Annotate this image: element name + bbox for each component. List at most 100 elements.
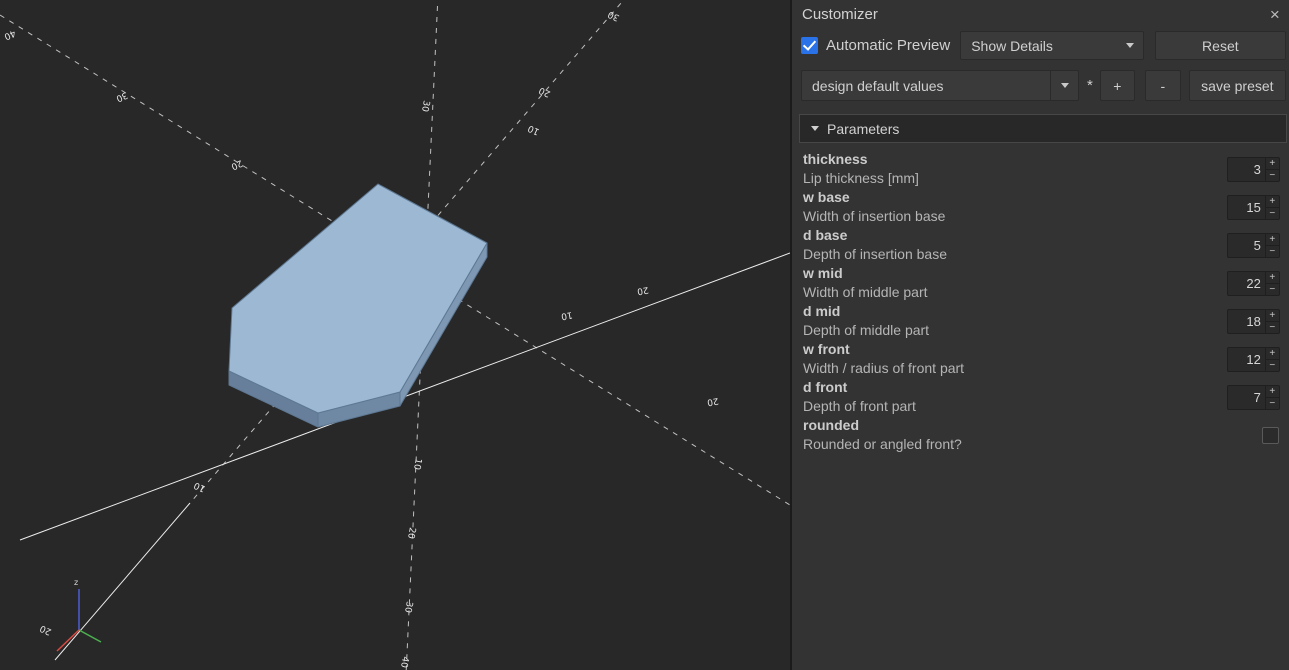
parameter-description: Width of insertion base	[803, 207, 1227, 226]
parameters-group-header[interactable]: Parameters	[799, 114, 1287, 143]
axis-tick-label: 10	[526, 122, 541, 136]
parameter-spinbox[interactable]: 12+−	[1227, 347, 1280, 372]
collapse-triangle-icon	[811, 126, 819, 131]
parameter-description: Depth of middle part	[803, 321, 1227, 340]
panel-title: Customizer	[802, 6, 878, 23]
spin-down-button[interactable]: −	[1266, 246, 1279, 257]
parameters-group-label: Parameters	[827, 121, 899, 137]
parameter-name: rounded	[803, 416, 1262, 435]
automatic-preview-checkbox[interactable]	[801, 37, 818, 54]
parameter-value[interactable]: 12	[1228, 348, 1265, 371]
parameter-description: Lip thickness [mm]	[803, 169, 1227, 188]
axis-tick-label: 20	[636, 284, 649, 296]
save-preset-button[interactable]: save preset	[1189, 70, 1286, 101]
spin-down-button[interactable]: −	[1266, 170, 1279, 181]
parameter-spinbox[interactable]: 5+−	[1227, 233, 1280, 258]
parameter-row: d front Depth of front part 7+−	[792, 378, 1289, 416]
parameter-description: Width of middle part	[803, 283, 1227, 302]
axis-tick-label: 20	[706, 395, 719, 407]
parameter-spinbox[interactable]: 15+−	[1227, 195, 1280, 220]
preview-row: Automatic Preview Show Details Reset	[792, 26, 1289, 64]
parameter-description: Width / radius of front part	[803, 359, 1227, 378]
parameter-labels: rounded Rounded or angled front?	[803, 416, 1262, 454]
spinner-buttons: +−	[1265, 234, 1279, 257]
preset-dropdown-arrow[interactable]	[1050, 71, 1078, 100]
parameter-value[interactable]: 15	[1228, 196, 1265, 219]
axis-tick-label: 20	[405, 526, 417, 539]
spinner-buttons: +−	[1265, 196, 1279, 219]
parameter-labels: d base Depth of insertion base	[803, 226, 1227, 264]
axis-tick-label: 30	[419, 99, 431, 112]
parameter-description: Depth of insertion base	[803, 245, 1227, 264]
customizer-titlebar: Customizer ×	[792, 0, 1289, 26]
preset-value: design default values	[802, 78, 1050, 94]
show-details-dropdown[interactable]: Show Details	[960, 31, 1144, 60]
spin-up-button[interactable]: +	[1266, 158, 1279, 170]
parameter-value[interactable]: 18	[1228, 310, 1265, 333]
parameter-row: thickness Lip thickness [mm] 3+−	[792, 150, 1289, 188]
parameter-name: w base	[803, 188, 1227, 207]
spin-up-button[interactable]: +	[1266, 234, 1279, 246]
parameter-spinbox[interactable]: 3+−	[1227, 157, 1280, 182]
add-preset-button[interactable]: +	[1100, 70, 1135, 101]
spin-down-button[interactable]: −	[1266, 360, 1279, 371]
parameter-labels: d front Depth of front part	[803, 378, 1227, 416]
chevron-down-icon	[1061, 83, 1069, 88]
parameters-list: thickness Lip thickness [mm] 3+− w base …	[792, 146, 1289, 454]
axis-tick-label: 30	[606, 8, 621, 22]
preset-dropdown[interactable]: design default values	[801, 70, 1079, 101]
parameter-value[interactable]: 7	[1228, 386, 1265, 409]
parameter-value[interactable]: 3	[1228, 158, 1265, 181]
spin-up-button[interactable]: +	[1266, 386, 1279, 398]
preset-modified-indicator: *	[1087, 77, 1093, 94]
axis-tick-label: 40	[2, 27, 17, 41]
parameter-name: d front	[803, 378, 1227, 397]
parameter-row: rounded Rounded or angled front?	[792, 416, 1289, 454]
parameter-labels: w mid Width of middle part	[803, 264, 1227, 302]
parameter-spinbox[interactable]: 18+−	[1227, 309, 1280, 334]
parameter-checkbox[interactable]	[1262, 427, 1279, 444]
parameter-row: d base Depth of insertion base 5+−	[792, 226, 1289, 264]
parameter-labels: w front Width / radius of front part	[803, 340, 1227, 378]
axis-tick-label: 30	[114, 89, 129, 103]
spin-up-button[interactable]: +	[1266, 196, 1279, 208]
close-icon[interactable]: ×	[1268, 6, 1282, 23]
parameter-name: w mid	[803, 264, 1227, 283]
axis-tick-label: 10	[411, 457, 423, 470]
spin-up-button[interactable]: +	[1266, 310, 1279, 322]
spin-down-button[interactable]: −	[1266, 398, 1279, 409]
parameter-value[interactable]: 22	[1228, 272, 1265, 295]
spin-up-button[interactable]: +	[1266, 348, 1279, 360]
axis-tick-label: 20	[537, 84, 552, 98]
chevron-down-icon	[1126, 43, 1134, 48]
3d-viewport[interactable]: 40302030201030102030401020201020 z	[0, 0, 790, 670]
axis-tick-label: 10	[192, 479, 207, 493]
parameter-value[interactable]: 5	[1228, 234, 1265, 257]
spin-down-button[interactable]: −	[1266, 208, 1279, 219]
remove-preset-button[interactable]: -	[1145, 70, 1181, 101]
parameter-row: d mid Depth of middle part 18+−	[792, 302, 1289, 340]
spinner-buttons: +−	[1265, 158, 1279, 181]
customizer-panel: Customizer × Automatic Preview Show Deta…	[790, 0, 1289, 670]
parameter-name: d mid	[803, 302, 1227, 321]
spin-down-button[interactable]: −	[1266, 284, 1279, 295]
spinner-buttons: +−	[1265, 386, 1279, 409]
axis-tick-label: 30	[402, 600, 414, 613]
spinner-buttons: +−	[1265, 310, 1279, 333]
axis-tick-label: 10	[560, 309, 573, 321]
parameter-spinbox[interactable]: 7+−	[1227, 385, 1280, 410]
parameter-labels: w base Width of insertion base	[803, 188, 1227, 226]
show-details-value: Show Details	[961, 38, 1122, 54]
reset-button[interactable]: Reset	[1155, 31, 1286, 60]
parameter-description: Rounded or angled front?	[803, 435, 1262, 454]
3d-model[interactable]	[229, 184, 487, 427]
spin-up-button[interactable]: +	[1266, 272, 1279, 284]
parameter-spinbox[interactable]: 22+−	[1227, 271, 1280, 296]
parameter-name: w front	[803, 340, 1227, 359]
parameter-labels: thickness Lip thickness [mm]	[803, 150, 1227, 188]
parameter-row: w front Width / radius of front part 12+…	[792, 340, 1289, 378]
parameter-row: w mid Width of middle part 22+−	[792, 264, 1289, 302]
preset-row: design default values * + - save preset	[792, 64, 1289, 105]
parameter-labels: d mid Depth of middle part	[803, 302, 1227, 340]
spin-down-button[interactable]: −	[1266, 322, 1279, 333]
